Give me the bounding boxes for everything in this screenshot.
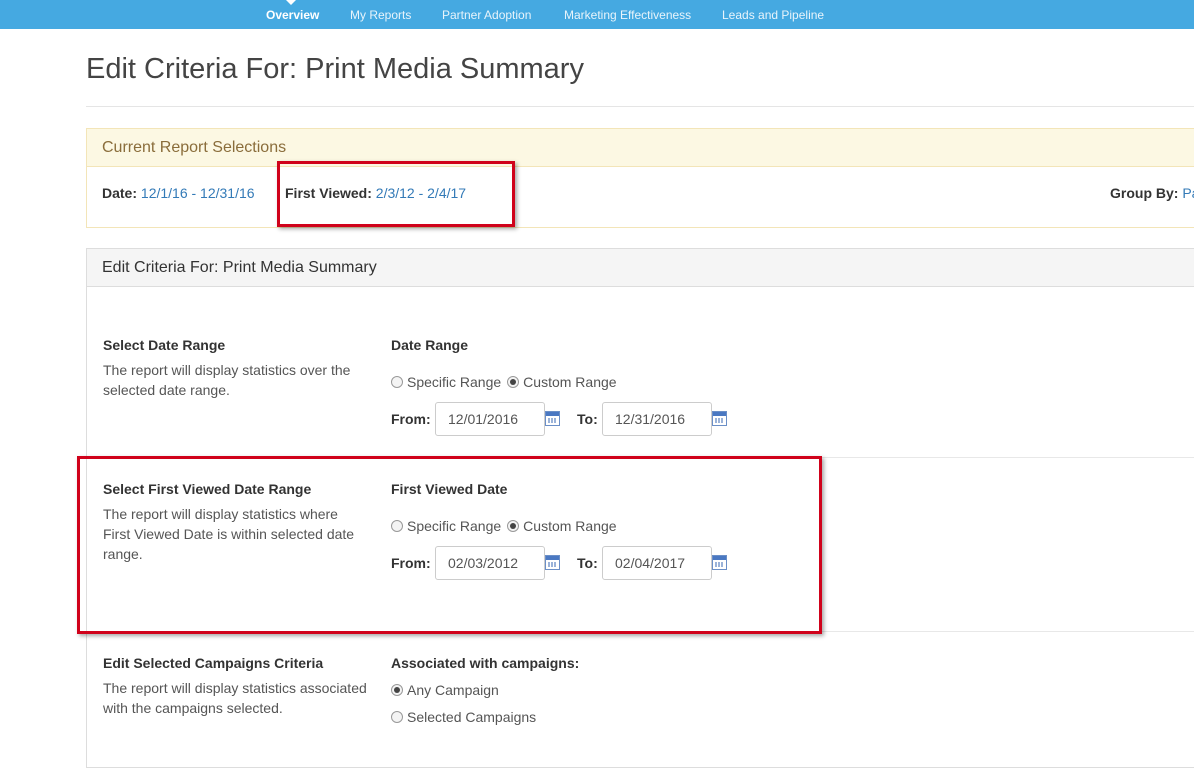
first-viewed-section-highlight xyxy=(77,456,822,634)
date-range-to-label: To: xyxy=(577,411,598,427)
page-title: Edit Criteria For: Print Media Summary xyxy=(86,53,584,85)
campaigns-selected-radio[interactable] xyxy=(391,711,403,723)
nav-item-leads-pipeline[interactable]: Leads and Pipeline xyxy=(722,8,824,22)
campaigns-description: The report will display statistics assoc… xyxy=(103,680,367,716)
campaigns-selected-option: Selected Campaigns xyxy=(391,709,536,725)
top-nav: Overview My Reports Partner Adoption Mar… xyxy=(0,0,1194,29)
date-range-custom-label: Custom Range xyxy=(523,374,617,390)
selection-date: Date: 12/1/16 - 12/31/16 xyxy=(102,185,255,201)
nav-item-marketing-effectiveness[interactable]: Marketing Effectiveness xyxy=(564,8,691,22)
date-range-section-title: Select Date Range xyxy=(103,337,226,353)
date-range-description: The report will display statistics over … xyxy=(103,362,351,398)
campaigns-any-option: Any Campaign xyxy=(391,682,499,698)
campaigns-any-label: Any Campaign xyxy=(407,682,499,698)
campaigns-section-title: Edit Selected Campaigns Criteria xyxy=(103,655,324,671)
campaigns-selected-label: Selected Campaigns xyxy=(407,709,537,725)
date-range-from-input[interactable] xyxy=(435,402,545,436)
date-range-from-label: From: xyxy=(391,411,431,427)
date-range-custom-radio[interactable] xyxy=(507,376,520,388)
nav-item-partner-adoption[interactable]: Partner Adoption xyxy=(442,8,531,22)
nav-item-my-reports[interactable]: My Reports xyxy=(350,8,411,22)
active-tab-caret-icon xyxy=(286,0,296,5)
edit-criteria-header: Edit Criteria For: Print Media Summary xyxy=(87,249,1194,287)
selection-date-label: Date: xyxy=(102,185,138,201)
edit-criteria-heading: Edit Criteria For: Print Media Summary xyxy=(102,259,377,276)
selection-group-by-link[interactable]: Pa xyxy=(1182,185,1194,201)
date-range-specific-radio[interactable] xyxy=(391,376,403,388)
date-range-to-input[interactable] xyxy=(602,402,712,436)
current-selections-panel: Current Report Selections Date: 12/1/16 … xyxy=(86,128,1194,228)
date-range-from-calendar-icon[interactable] xyxy=(545,411,560,426)
current-selections-header: Current Report Selections xyxy=(87,129,1194,167)
selection-group-by: Group By: Pa xyxy=(1110,185,1194,201)
selection-group-by-label: Group By: xyxy=(1110,185,1179,201)
campaigns-field-title: Associated with campaigns: xyxy=(391,655,580,671)
nav-item-overview[interactable]: Overview xyxy=(266,8,319,22)
campaigns-any-radio[interactable] xyxy=(391,684,403,696)
title-divider xyxy=(86,106,1194,107)
date-range-field-title: Date Range xyxy=(391,337,469,353)
date-range-to-calendar-icon[interactable] xyxy=(712,411,727,426)
date-range-options: Specific Range Custom Range xyxy=(391,374,617,390)
selection-date-link[interactable]: 12/1/16 - 12/31/16 xyxy=(141,185,255,201)
date-range-specific-label: Specific Range xyxy=(407,374,502,390)
first-viewed-selection-highlight xyxy=(277,161,515,227)
current-selections-heading: Current Report Selections xyxy=(102,139,287,156)
